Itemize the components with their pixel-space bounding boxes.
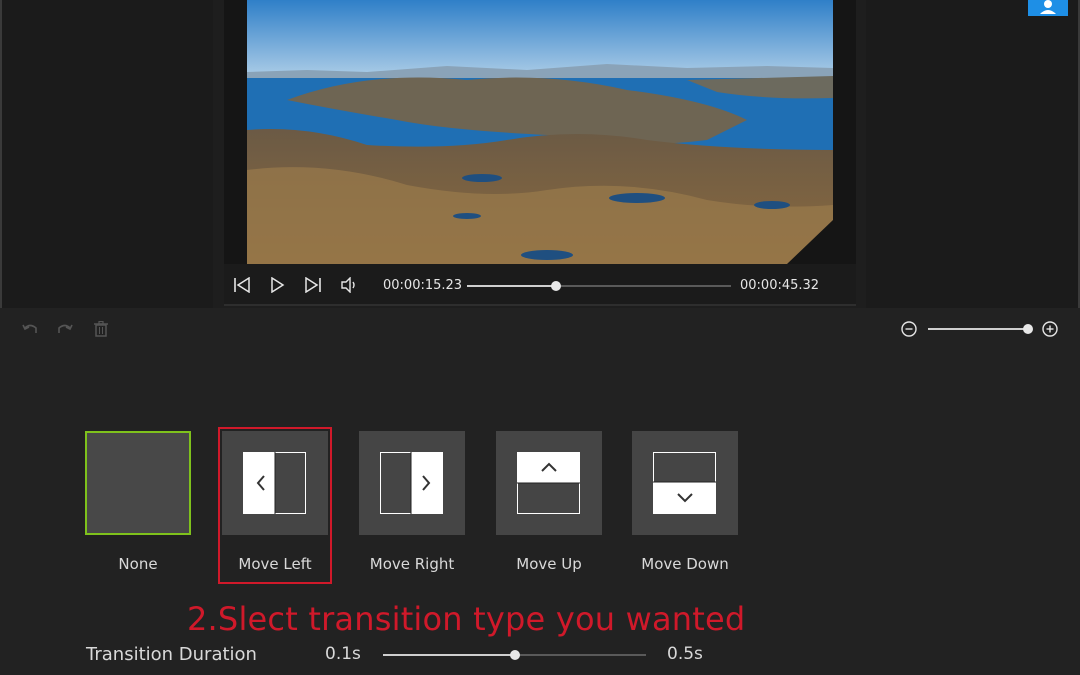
total-time: 00:00:45.32 xyxy=(740,278,820,293)
zoom-slider-handle[interactable] xyxy=(1023,324,1033,334)
play-icon[interactable] xyxy=(266,274,288,296)
transition-move-down-tile[interactable] xyxy=(632,431,738,535)
transition-label-move-down: Move Down xyxy=(641,555,729,573)
transition-move-up-tile[interactable] xyxy=(496,431,602,535)
move-down-icon xyxy=(653,452,716,514)
seek-bar[interactable] xyxy=(467,285,731,287)
duration-slider-handle[interactable] xyxy=(509,650,520,660)
zoom-slider[interactable] xyxy=(928,328,1028,330)
move-up-icon xyxy=(517,452,580,514)
transition-label-move-up: Move Up xyxy=(516,555,582,573)
undo-icon[interactable] xyxy=(21,320,39,338)
zoom-in-icon[interactable] xyxy=(1041,320,1059,338)
transition-none-tile[interactable] xyxy=(85,431,191,535)
left-panel xyxy=(0,0,213,308)
video-editor-window: 00:00:15.23 00:00:45.32 None Move Left M… xyxy=(0,0,1080,675)
seek-bar-progress xyxy=(467,285,556,287)
zoom-out-icon[interactable] xyxy=(900,320,918,338)
right-panel xyxy=(866,0,1080,308)
annotation-instruction: 2.Slect transition type you wanted xyxy=(187,600,746,638)
transition-duration-label: Transition Duration xyxy=(86,644,257,665)
volume-icon[interactable] xyxy=(338,274,360,296)
duration-min-label: 0.1s xyxy=(325,644,361,664)
video-preview-image xyxy=(247,0,833,264)
transition-move-right-tile[interactable] xyxy=(359,431,465,535)
skip-back-icon[interactable] xyxy=(231,274,253,296)
duration-max-label: 0.5s xyxy=(667,644,703,664)
duration-slider-fill xyxy=(383,654,515,656)
move-right-icon xyxy=(380,452,443,514)
user-account-icon[interactable] xyxy=(1028,0,1068,16)
seek-bar-handle[interactable] xyxy=(550,281,561,291)
redo-icon[interactable] xyxy=(56,320,74,338)
player-controls: 00:00:15.23 00:00:45.32 xyxy=(224,264,856,306)
skip-forward-icon[interactable] xyxy=(302,274,324,296)
transition-label-none: None xyxy=(118,555,158,573)
current-time: 00:00:15.23 xyxy=(383,278,463,293)
annotation-highlight-box xyxy=(218,427,332,584)
transition-label-move-right: Move Right xyxy=(369,555,455,573)
trash-icon[interactable] xyxy=(92,320,110,338)
